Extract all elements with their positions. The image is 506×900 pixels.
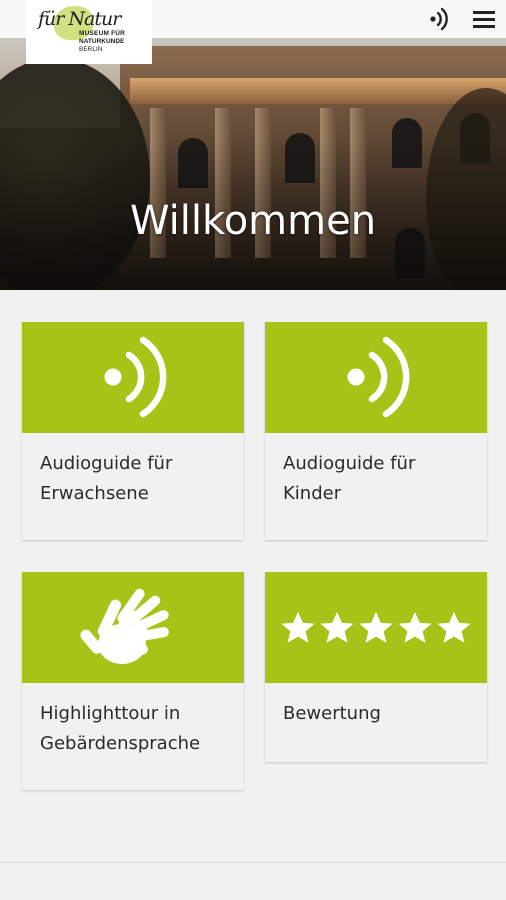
tile-label: Audioguide für Kinder [283, 453, 416, 504]
divider [0, 862, 506, 863]
tile-label: Highlighttour in Gebärdensprache [40, 703, 201, 754]
tile-sign-language-tour[interactable]: Highlighttour in Gebärdensprache [22, 572, 244, 790]
audio-waves-icon [104, 336, 167, 418]
logo-line-2: NATURKUNDE [79, 38, 125, 45]
tile-rating[interactable]: Bewertung [265, 572, 487, 762]
tile-label: Bewertung [283, 703, 381, 724]
tile-label: Audioguide für Erwachsene [40, 453, 173, 504]
tile-header [265, 322, 487, 433]
tile-audioguide-kids[interactable]: Audioguide für Kinder [265, 322, 487, 540]
five-stars-icon [281, 612, 471, 643]
logo-line-1: MUSEUM FÜR [79, 30, 126, 37]
sign-language-hands-icon [80, 588, 169, 664]
logo-line-3: BERLIN [79, 46, 103, 53]
hamburger-menu-icon[interactable] [470, 8, 498, 30]
hero-banner: Willkommen [0, 38, 506, 290]
tile-audioguide-adults[interactable]: Audioguide für Erwachsene [22, 322, 244, 540]
tile-header [265, 572, 487, 683]
museum-logo[interactable]: für Natur MUSEUM FÜR NATURKUNDE BERLIN [26, 0, 152, 64]
logo-script-text: für Natur [38, 8, 121, 30]
tile-header [22, 322, 244, 433]
tile-header [22, 572, 244, 683]
page-title: Willkommen [129, 198, 377, 244]
audio-waves-icon [347, 336, 410, 418]
audio-waves-icon[interactable] [426, 6, 454, 32]
